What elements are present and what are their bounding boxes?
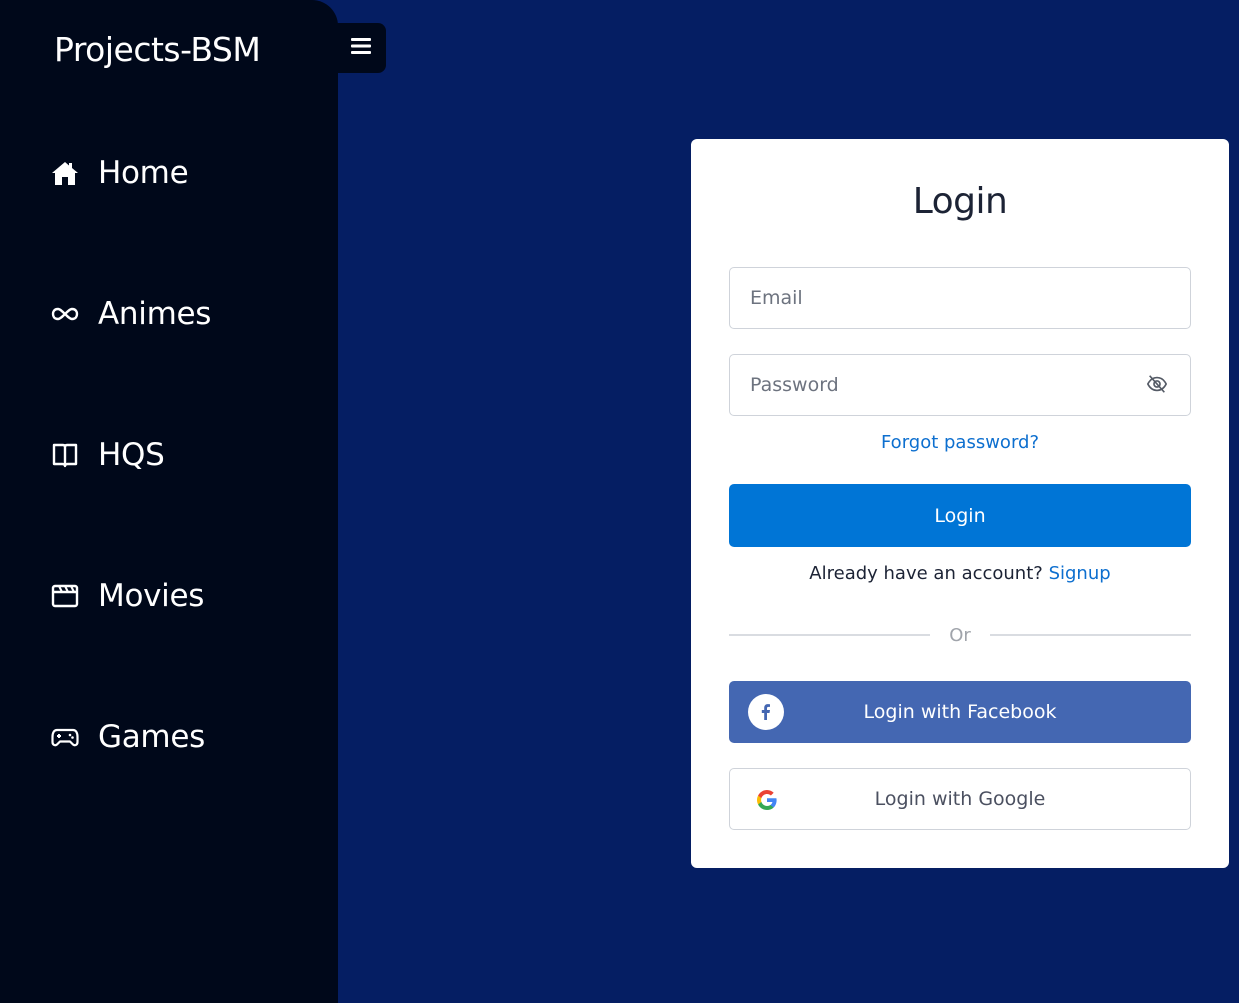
google-login-label: Login with Google xyxy=(874,788,1046,810)
google-icon xyxy=(749,782,785,818)
sidebar-item-label: Games xyxy=(98,719,205,755)
infinity-icon xyxy=(50,299,80,329)
divider-label: Or xyxy=(949,624,971,646)
signup-prompt: Already have an account? xyxy=(809,563,1043,584)
sidebar-item-label: Animes xyxy=(98,296,212,332)
home-icon xyxy=(50,158,80,188)
facebook-icon xyxy=(748,694,784,730)
password-placeholder: Password xyxy=(750,374,839,396)
gamepad-icon xyxy=(50,722,80,752)
sidebar-item-animes[interactable]: Animes xyxy=(50,296,211,332)
facebook-login-label: Login with Facebook xyxy=(863,701,1057,723)
divider-line xyxy=(729,634,930,636)
sidebar-item-games[interactable]: Games xyxy=(50,719,205,755)
sidebar-item-home[interactable]: Home xyxy=(50,155,189,191)
email-field[interactable]: Email xyxy=(729,267,1191,329)
sidebar-item-movies[interactable]: Movies xyxy=(50,578,204,614)
clapperboard-icon xyxy=(50,581,80,611)
divider: Or xyxy=(729,622,1191,648)
google-login-button[interactable]: Login with Google xyxy=(729,768,1191,830)
signup-link[interactable]: Signup xyxy=(1049,563,1111,584)
sidebar-item-hqs[interactable]: HQS xyxy=(50,437,165,473)
book-icon xyxy=(50,440,80,470)
email-placeholder: Email xyxy=(750,287,803,309)
forgot-password-link[interactable]: Forgot password? xyxy=(691,432,1229,453)
menu-icon xyxy=(351,37,371,59)
login-button[interactable]: Login xyxy=(729,484,1191,547)
eye-slash-icon[interactable] xyxy=(1146,373,1170,397)
facebook-login-button[interactable]: Login with Facebook xyxy=(729,681,1191,743)
sidebar-item-label: Home xyxy=(98,155,189,191)
login-card: Login Email Password Forgot password? Lo… xyxy=(691,139,1229,868)
sidebar-item-label: HQS xyxy=(98,437,165,473)
page: Projects-BSM Home Animes HQS Movies Game… xyxy=(0,0,1239,1003)
login-title: Login xyxy=(912,181,1008,222)
sidebar: Projects-BSM Home Animes HQS Movies Game… xyxy=(0,0,338,1003)
sidebar-item-label: Movies xyxy=(98,578,205,614)
signup-row: Already have an account? Signup xyxy=(691,563,1229,584)
brand-title: Projects-BSM xyxy=(54,30,261,69)
password-field[interactable]: Password xyxy=(729,354,1191,416)
divider-line xyxy=(990,634,1191,636)
menu-toggle-button[interactable] xyxy=(336,23,386,73)
